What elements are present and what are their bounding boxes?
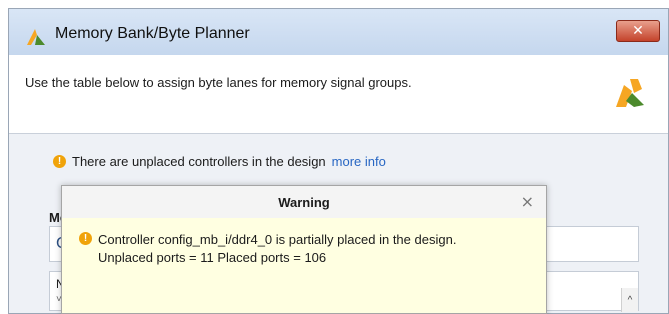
unplaced-warning-text: There are unplaced controllers in the de… bbox=[72, 154, 326, 169]
scroll-up-button[interactable]: ^ bbox=[621, 288, 638, 312]
dialog-message-line-1: Controller config_mb_i/ddr4_0 is partial… bbox=[98, 232, 457, 247]
more-info-link[interactable]: more info bbox=[332, 154, 386, 169]
dialog-title-bar: Warning × bbox=[62, 186, 546, 219]
chevron-up-icon: ^ bbox=[627, 294, 633, 306]
desktop: Memory Bank/Byte Planner ✕ Use the table… bbox=[0, 0, 669, 314]
xilinx-app-icon bbox=[27, 29, 45, 45]
xilinx-logo-icon bbox=[616, 79, 644, 107]
header-panel: Use the table below to assign byte lanes… bbox=[9, 55, 668, 134]
dialog-close-icon[interactable]: × bbox=[521, 192, 534, 211]
warning-icon: ! bbox=[53, 155, 66, 168]
window-close-button[interactable]: ✕ bbox=[616, 20, 660, 42]
close-icon: ✕ bbox=[632, 23, 644, 39]
dialog-body: ! Controller config_mb_i/ddr4_0 is parti… bbox=[62, 218, 546, 313]
unplaced-warning: ! There are unplaced controllers in the … bbox=[53, 154, 386, 169]
dialog-title: Warning bbox=[278, 195, 330, 210]
window-title: Memory Bank/Byte Planner bbox=[55, 25, 250, 42]
instruction-text: Use the table below to assign byte lanes… bbox=[25, 75, 412, 90]
dialog-message-line-2: Unplaced ports = 11 Placed ports = 106 bbox=[98, 250, 327, 265]
warning-icon: ! bbox=[79, 232, 92, 245]
title-bar: Memory Bank/Byte Planner ✕ bbox=[9, 9, 668, 55]
warning-dialog: Warning × ! Controller config_mb_i/ddr4_… bbox=[61, 185, 547, 314]
